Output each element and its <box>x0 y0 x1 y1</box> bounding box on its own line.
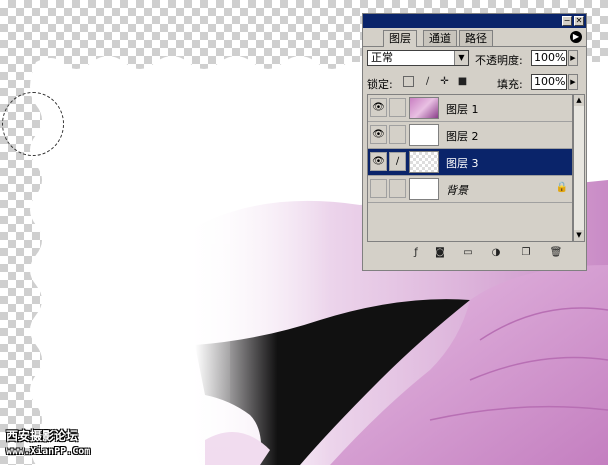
fill-label: 填充: <box>497 78 523 91</box>
layer-row-3[interactable]: 👁 ∕ 图层 3 <box>368 149 572 176</box>
link-slot[interactable] <box>389 98 406 117</box>
lock-label: 锁定: <box>367 78 393 91</box>
layer-row-2[interactable]: 👁 图层 2 <box>368 122 572 149</box>
tab-channels[interactable]: 通道 <box>423 30 457 46</box>
layer-thumbnail <box>409 124 439 146</box>
layer-row-1[interactable]: 👁 图层 1 <box>368 95 572 122</box>
brush-icon[interactable]: ∕ <box>389 152 406 171</box>
new-layer-icon[interactable]: ❐ <box>519 246 533 260</box>
opacity-label: 不透明度: <box>475 54 523 67</box>
layer-row-background[interactable]: 背景 🔒 <box>368 176 572 203</box>
lock-all-icon[interactable]: ■ <box>457 76 468 87</box>
palette-titlebar[interactable]: − ✕ <box>363 14 586 28</box>
palette-tabs: 图层 通道 路径 ▶ <box>363 28 586 47</box>
palette-menu-icon[interactable]: ▶ <box>570 31 582 43</box>
watermark-url: www.XianPP.Com <box>6 446 91 457</box>
blend-mode-value: 正常 <box>371 51 393 64</box>
tab-layers[interactable]: 图层 <box>383 30 417 47</box>
close-icon[interactable]: ✕ <box>574 16 584 26</box>
eye-icon[interactable]: 👁 <box>370 125 387 144</box>
delete-layer-icon[interactable]: 🗑 <box>549 246 563 260</box>
layers-palette: − ✕ 图层 通道 路径 ▶ 正常 ▼ 不透明度: 100% ▶ 锁定: ∕ ✛… <box>362 13 587 271</box>
watermark: 西安摄影论坛 www.XianPP.Com <box>6 428 90 460</box>
visibility-slot[interactable] <box>370 179 387 198</box>
layer-style-icon[interactable]: ƒ <box>409 246 423 260</box>
new-group-icon[interactable]: ▭ <box>461 246 475 260</box>
fill-field[interactable]: 100% <box>531 74 567 90</box>
layer-list: 👁 图层 1 👁 图层 2 👁 ∕ 图层 3 背景 🔒 <box>367 94 573 242</box>
tab-paths[interactable]: 路径 <box>459 30 493 46</box>
adjustment-layer-icon[interactable]: ◑ <box>489 246 503 260</box>
layer-name: 背景 <box>446 184 468 197</box>
circular-selection-marquee <box>2 92 64 156</box>
minimize-icon[interactable]: − <box>562 16 572 26</box>
blend-mode-select[interactable]: 正常 ▼ <box>367 50 469 66</box>
blend-row: 正常 ▼ 不透明度: 100% ▶ <box>363 48 586 68</box>
layer-name: 图层 3 <box>446 157 479 170</box>
layer-thumbnail <box>409 151 439 173</box>
lock-icon: 🔒 <box>555 182 568 193</box>
scroll-up-icon[interactable]: ▲ <box>574 95 584 106</box>
eye-icon[interactable]: 👁 <box>370 98 387 117</box>
opacity-slider-arrow-icon[interactable]: ▶ <box>568 50 578 66</box>
lock-move-icon[interactable]: ✛ <box>439 76 450 87</box>
link-slot[interactable] <box>389 125 406 144</box>
chevron-down-icon: ▼ <box>454 51 468 65</box>
fill-slider-arrow-icon[interactable]: ▶ <box>568 74 578 90</box>
opacity-field[interactable]: 100% <box>531 50 567 66</box>
scroll-down-icon[interactable]: ▼ <box>574 230 584 241</box>
layer-thumbnail <box>409 97 439 119</box>
layer-mask-icon[interactable]: ◙ <box>433 246 447 260</box>
palette-bottom-bar: ƒ ◙ ▭ ◑ ❐ 🗑 <box>363 244 586 264</box>
layer-name: 图层 2 <box>446 130 479 143</box>
lock-transparent-icon[interactable] <box>403 76 414 87</box>
eye-icon[interactable]: 👁 <box>370 152 387 171</box>
layer-name: 图层 1 <box>446 103 479 116</box>
link-slot[interactable] <box>389 179 406 198</box>
layer-thumbnail <box>409 178 439 200</box>
lock-row: 锁定: ∕ ✛ ■ 填充: 100% ▶ <box>363 72 586 92</box>
watermark-chinese: 西安摄影论坛 <box>6 429 79 443</box>
lock-brush-icon[interactable]: ∕ <box>422 76 433 87</box>
layer-scrollbar[interactable]: ▲ ▼ <box>573 94 585 242</box>
